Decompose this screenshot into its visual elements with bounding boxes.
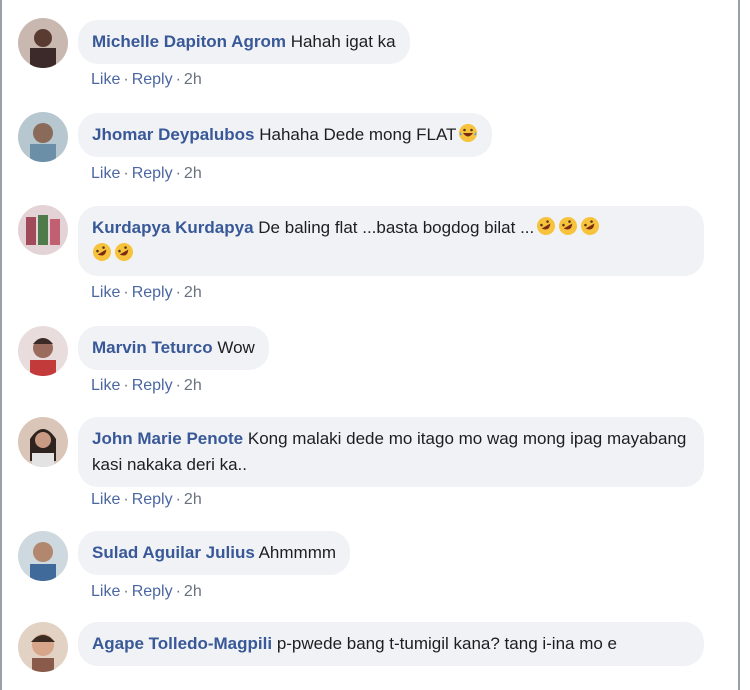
- comment-bubble: John Marie Penote Kong malaki dede mo it…: [78, 417, 704, 487]
- avatar[interactable]: [18, 18, 68, 68]
- comment-author[interactable]: Marvin Teturco: [92, 338, 213, 357]
- comment-author[interactable]: Jhomar Deypalubos: [92, 125, 255, 144]
- comment-text: De baling flat ...basta bogdog bilat ...: [258, 218, 535, 237]
- comment-author[interactable]: Agape Tolledo-Magpili: [92, 634, 272, 653]
- window-border-right: [738, 0, 740, 690]
- rofl-emoji-icon: [537, 217, 556, 235]
- like-button[interactable]: Like: [91, 583, 120, 600]
- comment-text: Hahaha Dede mong FLAT: [259, 125, 457, 144]
- like-button[interactable]: Like: [91, 165, 120, 182]
- avatar[interactable]: [18, 417, 68, 467]
- comment-bubble: Marvin Teturco Wow: [78, 326, 269, 370]
- window-border-left: [0, 0, 2, 690]
- comment-bubble: Michelle Dapiton Agrom Hahah igat ka: [78, 20, 410, 64]
- avatar[interactable]: [18, 326, 68, 376]
- reply-button[interactable]: Reply: [132, 165, 173, 182]
- rofl-emoji-icon: [581, 217, 600, 235]
- comment-timestamp[interactable]: 2h: [184, 491, 202, 508]
- rofl-emoji-icon: [115, 243, 133, 261]
- comment-author[interactable]: Kurdapya Kurdapya: [92, 218, 254, 237]
- reply-button[interactable]: Reply: [132, 284, 173, 301]
- comment-text: Wow: [217, 338, 255, 357]
- avatar[interactable]: [18, 531, 68, 581]
- comment-bubble: Jhomar Deypalubos Hahaha Dede mong FLAT: [78, 113, 493, 157]
- laughing-tears-emoji-icon: [459, 124, 478, 142]
- avatar[interactable]: [18, 205, 68, 255]
- rofl-emoji-icon: [559, 217, 578, 235]
- comment-text: p-pwede bang t-tumigil kana? tang i-ina …: [276, 634, 618, 653]
- comment-timestamp[interactable]: 2h: [184, 165, 202, 182]
- avatar[interactable]: [18, 112, 68, 162]
- like-button[interactable]: Like: [91, 284, 120, 301]
- comment-text: Hahah igat ka: [290, 32, 396, 51]
- like-button[interactable]: Like: [91, 377, 120, 394]
- rofl-emoji-icon: [93, 243, 111, 261]
- reply-button[interactable]: Reply: [132, 583, 173, 600]
- comment-actions: Like · Reply · 2h: [91, 71, 202, 88]
- comment-actions: Like · Reply · 2h: [91, 583, 202, 600]
- like-button[interactable]: Like: [91, 491, 120, 508]
- comment-bubble: Kurdapya Kurdapya De baling flat ...bast…: [78, 206, 704, 276]
- comment-timestamp[interactable]: 2h: [184, 71, 202, 88]
- comment-timestamp[interactable]: 2h: [184, 284, 202, 301]
- avatar[interactable]: [18, 622, 68, 672]
- comment-timestamp[interactable]: 2h: [184, 377, 202, 394]
- comment-timestamp[interactable]: 2h: [184, 583, 202, 600]
- reply-button[interactable]: Reply: [132, 491, 173, 508]
- comment-author[interactable]: John Marie Penote: [92, 429, 243, 448]
- like-button[interactable]: Like: [91, 71, 120, 88]
- comment-text: Ahmmmm: [258, 543, 337, 562]
- comment-actions: Like · Reply · 2h: [91, 165, 202, 182]
- comment-actions: Like · Reply · 2h: [91, 284, 202, 301]
- comment-bubble: Sulad Aguilar Julius Ahmmmm: [78, 531, 351, 575]
- comment-bubble: Agape Tolledo-Magpili p-pwede bang t-tum…: [78, 622, 704, 666]
- comment-author[interactable]: Sulad Aguilar Julius: [92, 543, 255, 562]
- reply-button[interactable]: Reply: [132, 377, 173, 394]
- comment-actions: Like · Reply · 2h: [91, 377, 202, 394]
- comment-author[interactable]: Michelle Dapiton Agrom: [92, 32, 286, 51]
- comment-actions: Like · Reply · 2h: [91, 491, 202, 508]
- reply-button[interactable]: Reply: [132, 71, 173, 88]
